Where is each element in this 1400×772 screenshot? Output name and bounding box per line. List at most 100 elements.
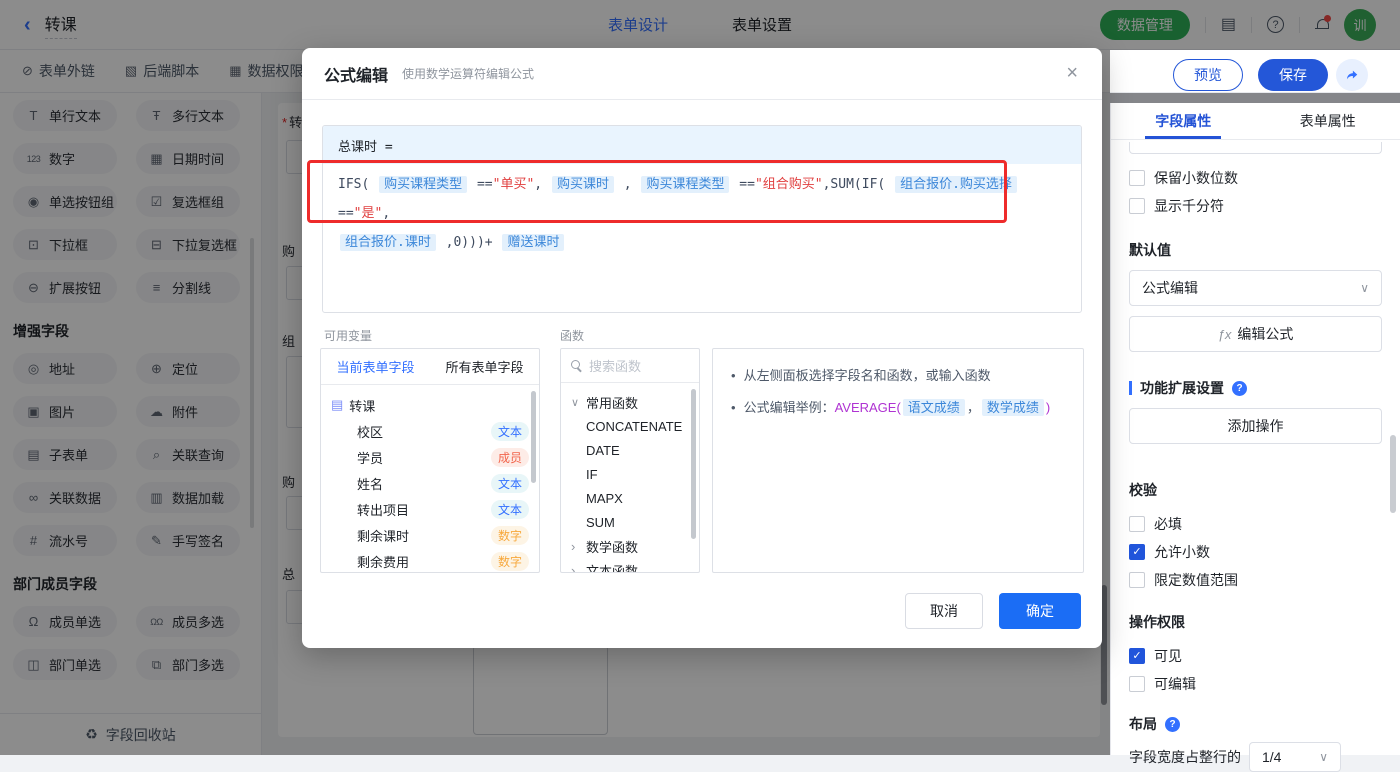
formula-field-token[interactable]: 购买课程类型: [641, 176, 729, 193]
checkbox[interactable]: [1129, 198, 1145, 214]
default-value-label: 默认值: [1129, 240, 1382, 260]
checkbox[interactable]: [1129, 676, 1145, 692]
variable-field-row[interactable]: 剩余课时 数字: [331, 522, 529, 548]
function-item[interactable]: MAPX: [571, 486, 695, 510]
edit-formula-button[interactable]: ƒx编辑公式: [1129, 316, 1382, 352]
variable-field-row[interactable]: 姓名 文本: [331, 470, 529, 496]
formula-code: ==: [731, 177, 754, 192]
tab-form-properties[interactable]: 表单属性: [1256, 103, 1400, 139]
checkbox-row[interactable]: 可见: [1129, 646, 1382, 666]
help-example-prefix: 公式编辑举例：: [744, 400, 835, 415]
formula-field-token[interactable]: 组合报价.购买选择: [895, 176, 1017, 193]
share-button[interactable]: [1336, 59, 1368, 91]
variable-field-name: 姓名: [357, 474, 383, 493]
properties-scrollbar[interactable]: [1390, 435, 1396, 513]
fx-icon: ƒx: [1218, 327, 1232, 342]
variable-field-row[interactable]: 校区文本: [331, 418, 529, 444]
field-width-select[interactable]: 1/4: [1249, 742, 1341, 772]
functions-scrollbar[interactable]: [691, 389, 696, 539]
tab-current-form-fields[interactable]: 当前表单字段: [321, 349, 430, 384]
help-example-field: 语文成绩: [903, 399, 965, 416]
checkbox-row[interactable]: 显示千分符: [1129, 196, 1382, 216]
checkbox-checked[interactable]: [1129, 544, 1145, 560]
variable-field-row[interactable]: 转出项目文本: [331, 496, 529, 522]
formula-field-token[interactable]: 赠送课时: [502, 234, 564, 251]
close-icon[interactable]: ×: [1066, 63, 1078, 83]
permission-label: 操作权限: [1129, 612, 1382, 632]
variable-field-row[interactable]: 剩余费用数字: [331, 548, 529, 573]
field-type-badge: 文本: [491, 474, 529, 493]
save-button[interactable]: 保存: [1258, 59, 1328, 91]
confirm-button[interactable]: 确定: [999, 593, 1081, 629]
scrolled-input-remnant: [1129, 142, 1382, 154]
field-type-badge: 数字: [491, 526, 529, 545]
function-search-input[interactable]: 搜索函数: [561, 349, 699, 383]
variable-field-name: 转出项目: [357, 500, 409, 519]
formula-field-token[interactable]: 购买课时: [552, 176, 614, 193]
chevron-down-icon: [1360, 281, 1369, 295]
variables-scrollbar[interactable]: [531, 391, 536, 483]
checkbox-row[interactable]: 必填: [1129, 514, 1382, 534]
help-circle-icon[interactable]: [1165, 717, 1180, 732]
search-icon: [571, 360, 582, 371]
checkbox[interactable]: [1129, 572, 1145, 588]
help-example-suffix: ): [1046, 400, 1050, 415]
variables-panel: 当前表单字段 所有表单字段 ▤转课校区文本学员成员姓名 文本转出项目文本剩余课时 数…: [320, 348, 540, 573]
function-item[interactable]: DATE: [571, 438, 695, 462]
bullet: •: [731, 397, 736, 418]
formula-code-area[interactable]: IFS( 购买课程类型 =="单买", 购买课时 , 购买课程类型 =="组合购…: [323, 164, 1081, 263]
tab-field-properties[interactable]: 字段属性: [1111, 103, 1256, 139]
help-example-field: 数学成绩: [982, 399, 1044, 416]
formula-editor-modal: 公式编辑 使用数学运算符编辑公式 × 总课时 = IFS( 购买课程类型 =="…: [302, 48, 1102, 648]
formula-str: "组合购买": [755, 177, 823, 192]
function-group[interactable]: 文本函数: [571, 558, 695, 573]
variable-form-name: 转课: [349, 396, 375, 415]
formula-code: ,SUM(IF(: [823, 177, 893, 192]
variable-field-name: 剩余费用: [357, 552, 409, 571]
preview-button[interactable]: 预览: [1173, 59, 1243, 91]
default-value-select[interactable]: 公式编辑: [1129, 270, 1382, 306]
formula-field-token[interactable]: 购买课程类型: [379, 176, 467, 193]
functions-panel: 搜索函数 常用函数CONCATENATEDATEIFMAPXSUM 数学函数文本函…: [560, 348, 700, 573]
modal-title: 公式编辑: [324, 62, 388, 86]
function-item[interactable]: CONCATENATE: [571, 414, 695, 438]
checkbox-label: 必填: [1154, 514, 1182, 534]
formula-editor-box: 总课时 = IFS( 购买课程类型 =="单买", 购买课时 , 购买课程类型 …: [322, 125, 1082, 313]
cancel-button[interactable]: 取消: [905, 593, 983, 629]
function-group-label: 数学函数: [586, 537, 638, 556]
chevron-right-icon: [571, 539, 581, 554]
function-group-label: 文本函数: [586, 561, 638, 574]
variable-form-row[interactable]: ▤转课: [331, 392, 529, 418]
checkbox-label: 显示千分符: [1154, 196, 1224, 216]
checkbox-checked[interactable]: [1129, 648, 1145, 664]
checkbox[interactable]: [1129, 170, 1145, 186]
checkbox-row[interactable]: 保留小数位数: [1129, 168, 1382, 188]
chevron-down-icon: [1319, 750, 1328, 764]
checkbox-row[interactable]: 限定数值范围: [1129, 570, 1382, 590]
formula-code: ,: [616, 177, 639, 192]
help-tip-2: 公式编辑举例：AVERAGE(语文成绩，数学成绩): [744, 397, 1051, 418]
formula-code: ==: [469, 177, 492, 192]
modal-overlay: [0, 0, 1400, 50]
variable-field-name: 剩余课时: [357, 526, 409, 545]
function-group[interactable]: 数学函数: [571, 534, 695, 558]
help-circle-icon[interactable]: [1232, 381, 1247, 396]
checkbox-row[interactable]: 允许小数: [1129, 542, 1382, 562]
checkbox-row[interactable]: 可编辑: [1129, 674, 1382, 694]
section-bar: [1129, 381, 1132, 395]
variable-field-row[interactable]: 学员成员: [331, 444, 529, 470]
variables-label: 可用变量: [324, 327, 372, 344]
function-item[interactable]: SUM: [571, 510, 695, 534]
checkbox[interactable]: [1129, 516, 1145, 532]
formula-code: ==: [338, 206, 354, 221]
tab-all-form-fields[interactable]: 所有表单字段: [430, 349, 539, 384]
formula-str: "是": [354, 206, 383, 221]
variable-field-name: 校区: [357, 422, 383, 441]
function-item[interactable]: IF: [571, 462, 695, 486]
checkbox-label: 可见: [1154, 646, 1182, 666]
add-action-button[interactable]: 添加操作: [1129, 408, 1382, 444]
panel-gap: [1110, 93, 1400, 103]
field-type-badge: 成员: [491, 448, 529, 467]
formula-field-token[interactable]: 组合报价.课时: [340, 234, 436, 251]
function-group[interactable]: 常用函数: [571, 390, 695, 414]
